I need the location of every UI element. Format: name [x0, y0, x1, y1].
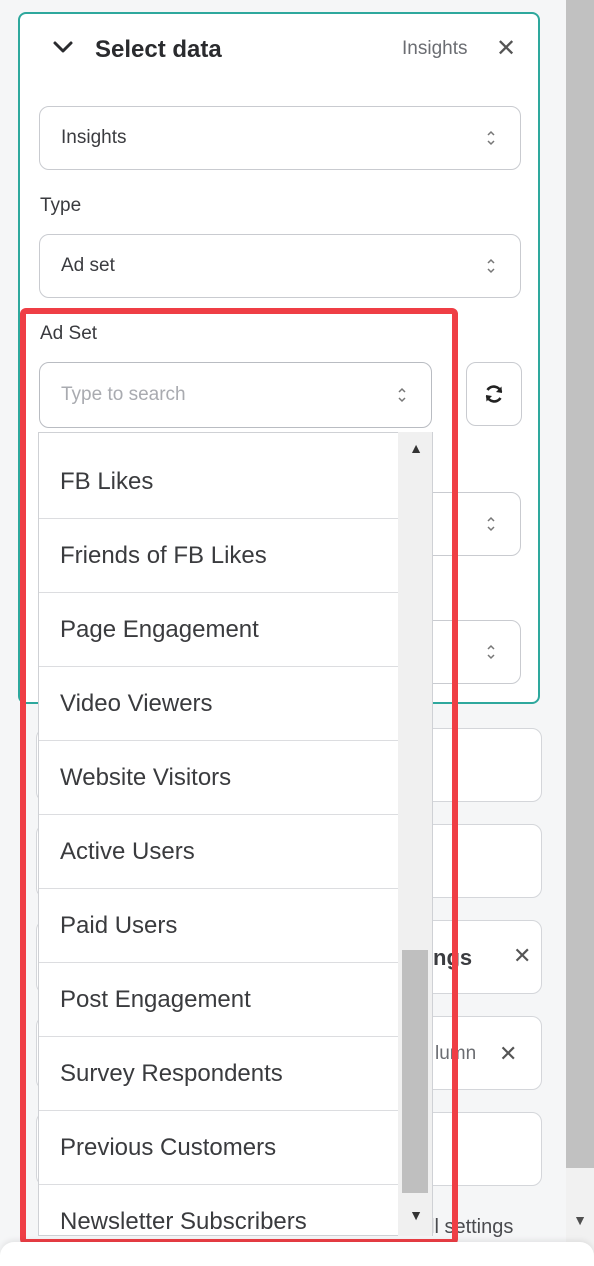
- panel-title: Select data: [95, 36, 222, 63]
- close-icon[interactable]: ✕: [499, 1041, 517, 1067]
- updown-chevron-icon: [487, 258, 495, 274]
- chevron-down-icon[interactable]: [52, 36, 74, 58]
- type-label: Type: [40, 195, 82, 216]
- updown-chevron-icon: [487, 516, 495, 532]
- close-icon[interactable]: ✕: [496, 34, 516, 63]
- refresh-icon: [485, 385, 503, 403]
- updown-chevron-icon: [487, 130, 495, 146]
- source-select-value: Insights: [61, 127, 127, 148]
- type-select-value: Ad set: [61, 255, 115, 276]
- refresh-button[interactable]: [466, 362, 522, 426]
- panel-source-badge: Insights: [402, 38, 468, 59]
- type-select[interactable]: Ad set: [39, 234, 521, 298]
- page-scrollbar-thumb[interactable]: [566, 0, 594, 1168]
- close-icon[interactable]: ✕: [513, 943, 531, 969]
- updown-chevron-icon: [487, 644, 495, 660]
- page-scroll-down-arrow-icon[interactable]: ▼: [566, 1205, 594, 1235]
- source-select[interactable]: Insights: [39, 106, 521, 170]
- highlight-box: [20, 308, 458, 1245]
- bottom-sheet: [0, 1242, 594, 1266]
